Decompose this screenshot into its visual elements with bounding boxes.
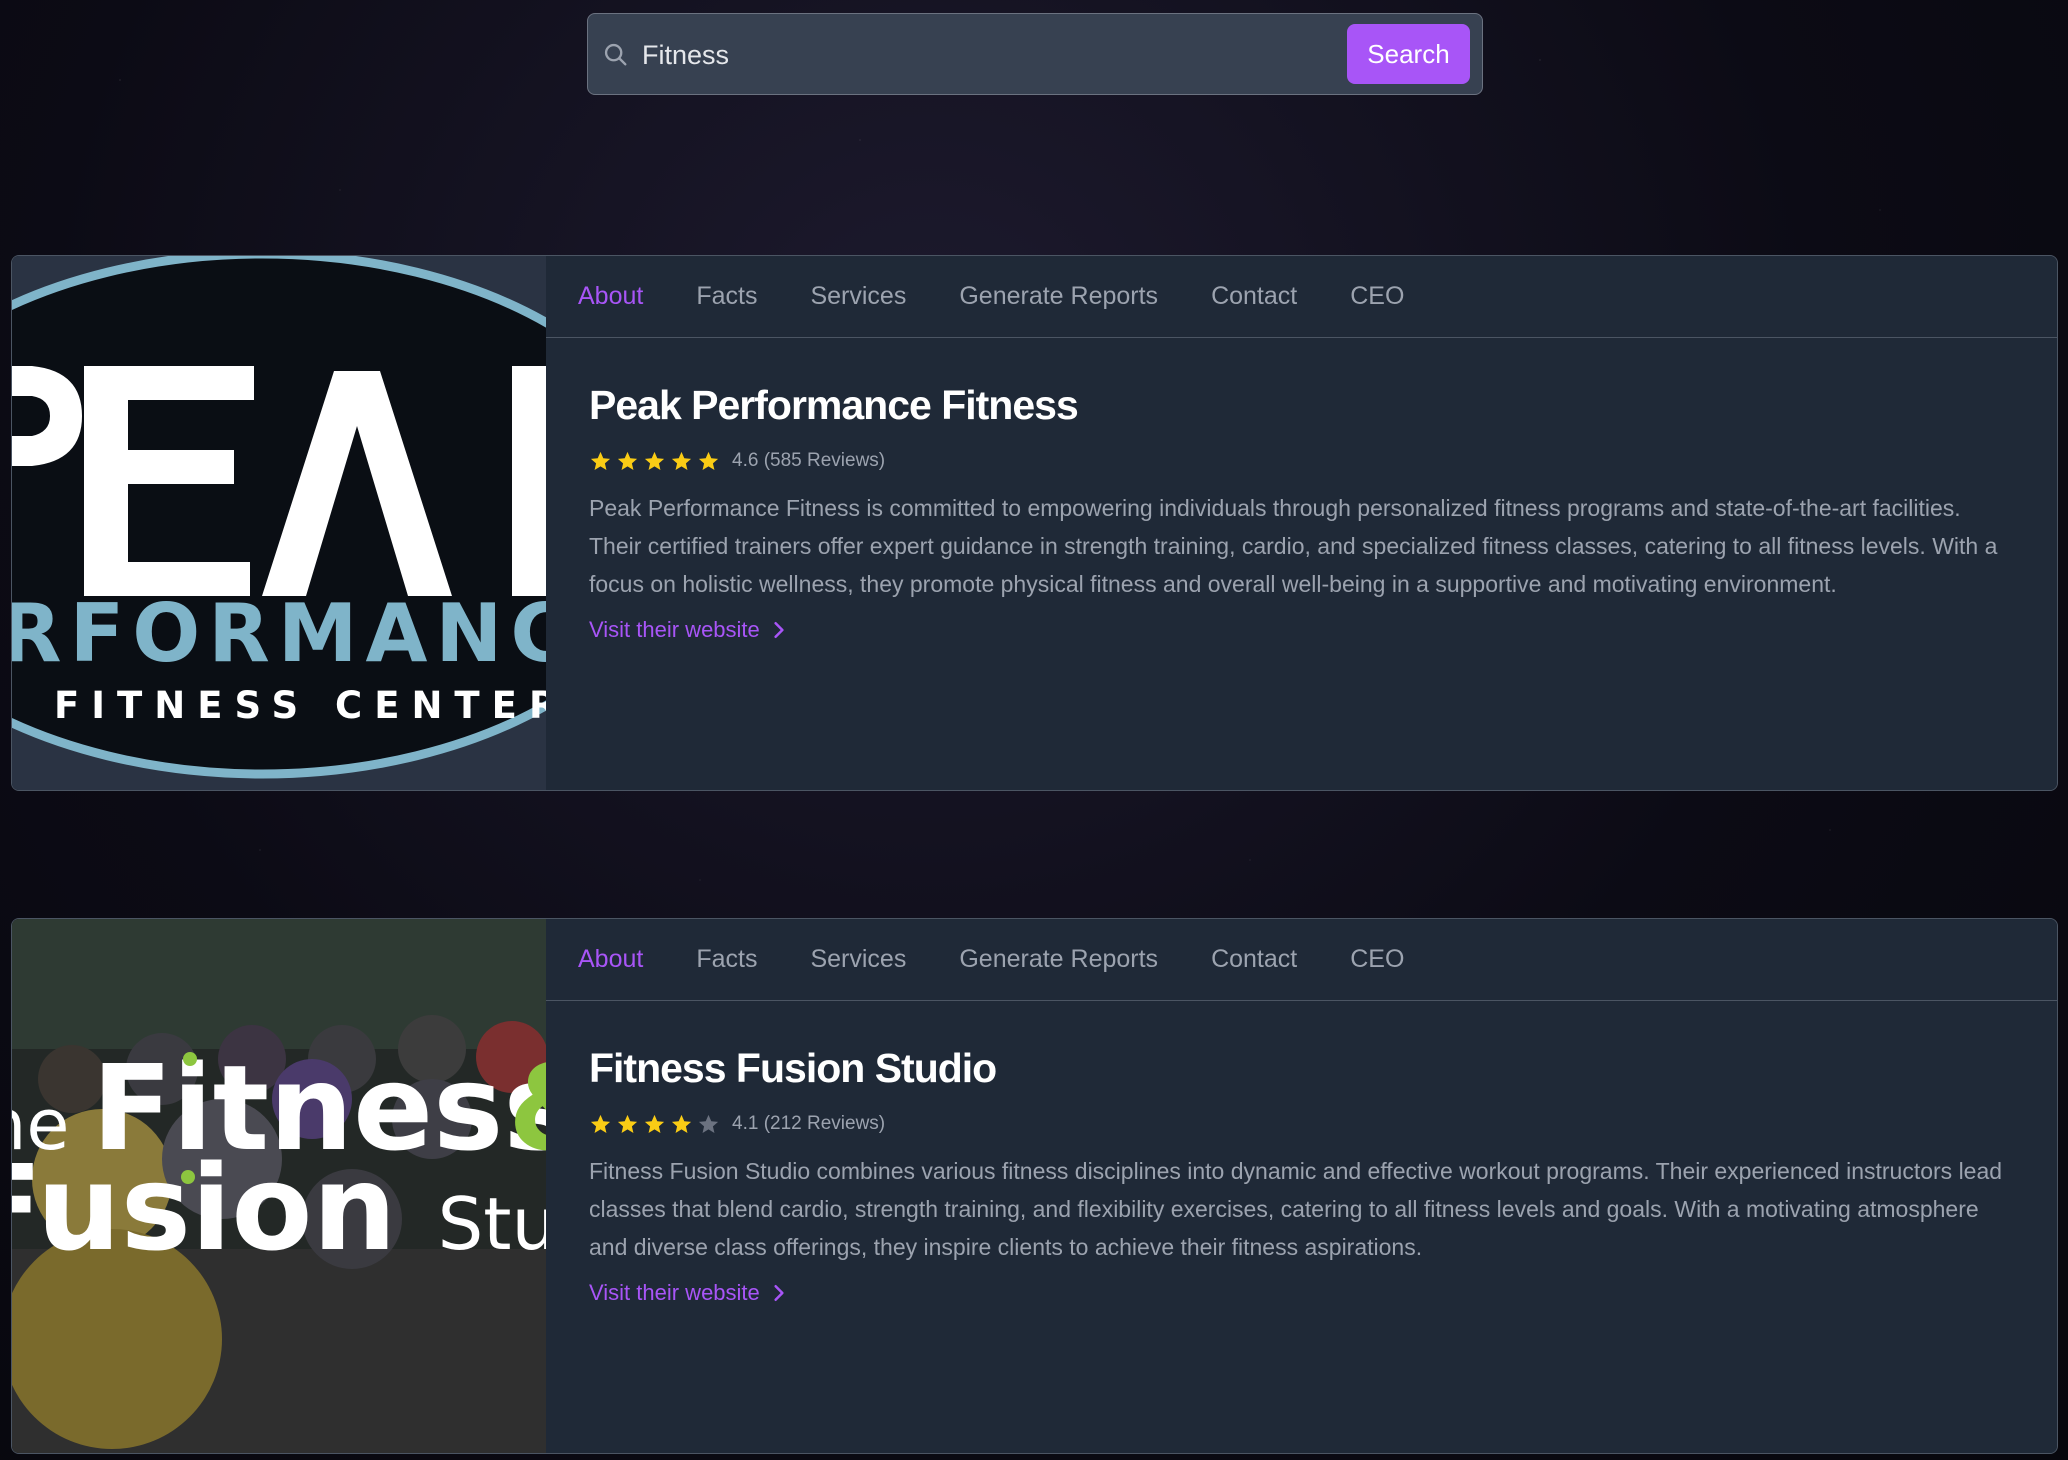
star-empty-icon xyxy=(698,1114,719,1133)
business-description: Fitness Fusion Studio combines various f… xyxy=(589,1158,2003,1260)
visit-website-link[interactable]: Visit their website xyxy=(589,617,786,643)
star-icon xyxy=(617,1114,638,1133)
business-description: Peak Performance Fitness is committed to… xyxy=(589,495,1998,597)
card-content: Fitness Fusion Studio 4.1 (212 Reviews) … xyxy=(546,1001,2057,1306)
business-logo-image: RFORMANC FITNESS CENTER xyxy=(12,256,546,790)
search-bar: Search xyxy=(587,13,1483,95)
star-icon xyxy=(644,451,665,470)
tab-generate-reports[interactable]: Generate Reports xyxy=(959,282,1158,311)
tab-generate-reports[interactable]: Generate Reports xyxy=(959,945,1158,974)
rating-row: 4.6 (585 Reviews) xyxy=(589,447,2025,475)
card-tabs: About Facts Services Generate Reports Co… xyxy=(546,919,2057,1001)
tab-about[interactable]: About xyxy=(578,945,643,974)
star-icon xyxy=(671,451,692,470)
tab-facts[interactable]: Facts xyxy=(696,282,757,311)
visit-website-label: Visit their website xyxy=(589,617,760,642)
star-icon xyxy=(590,451,611,470)
tab-contact[interactable]: Contact xyxy=(1211,282,1297,311)
rating-text: 4.6 (585 Reviews) xyxy=(732,450,886,471)
visit-website-link[interactable]: Visit their website xyxy=(589,1280,786,1306)
chevron-right-icon xyxy=(774,1285,784,1301)
visit-website-label: Visit their website xyxy=(589,1280,760,1305)
business-card: he Fitness & Fusion Studio About Facts S… xyxy=(11,918,2058,1454)
star-icon xyxy=(617,451,638,470)
card-content: Peak Performance Fitness 4.6 (585 Review… xyxy=(546,338,2057,643)
search-button[interactable]: Search xyxy=(1347,24,1470,84)
business-title: Peak Performance Fitness xyxy=(589,382,1079,428)
rating-row: 4.1 (212 Reviews) xyxy=(589,1110,2025,1138)
business-card: RFORMANC FITNESS CENTER About Facts Serv… xyxy=(11,255,2058,791)
star-icon xyxy=(590,1114,611,1133)
tab-contact[interactable]: Contact xyxy=(1211,945,1297,974)
card-body: About Facts Services Generate Reports Co… xyxy=(546,256,2057,790)
card-tabs: About Facts Services Generate Reports Co… xyxy=(546,256,2057,338)
search-input[interactable] xyxy=(642,32,1402,78)
search-icon xyxy=(604,43,627,66)
star-icon xyxy=(671,1114,692,1133)
tab-ceo[interactable]: CEO xyxy=(1350,945,1404,974)
business-title: Fitness Fusion Studio xyxy=(589,1045,997,1091)
peak-performance-logo: RFORMANC FITNESS CENTER xyxy=(12,256,546,790)
card-body: About Facts Services Generate Reports Co… xyxy=(546,919,2057,1453)
fitness-fusion-logo: he Fitness & Fusion Studio xyxy=(12,919,546,1453)
rating-text: 4.1 (212 Reviews) xyxy=(732,1113,886,1134)
fitness-center-wordmark: FITNESS CENTER xyxy=(54,684,546,727)
tab-ceo[interactable]: CEO xyxy=(1350,282,1404,311)
svg-text:&: & xyxy=(508,1039,546,1177)
chevron-right-icon xyxy=(774,622,784,638)
performance-wordmark: RFORMANC xyxy=(12,587,546,680)
tab-facts[interactable]: Facts xyxy=(696,945,757,974)
tab-services[interactable]: Services xyxy=(810,945,906,974)
star-icon xyxy=(698,451,719,470)
tab-about[interactable]: About xyxy=(578,282,643,311)
tab-services[interactable]: Services xyxy=(810,282,906,311)
business-logo-image: he Fitness & Fusion Studio xyxy=(12,919,546,1453)
star-icon xyxy=(644,1114,665,1133)
